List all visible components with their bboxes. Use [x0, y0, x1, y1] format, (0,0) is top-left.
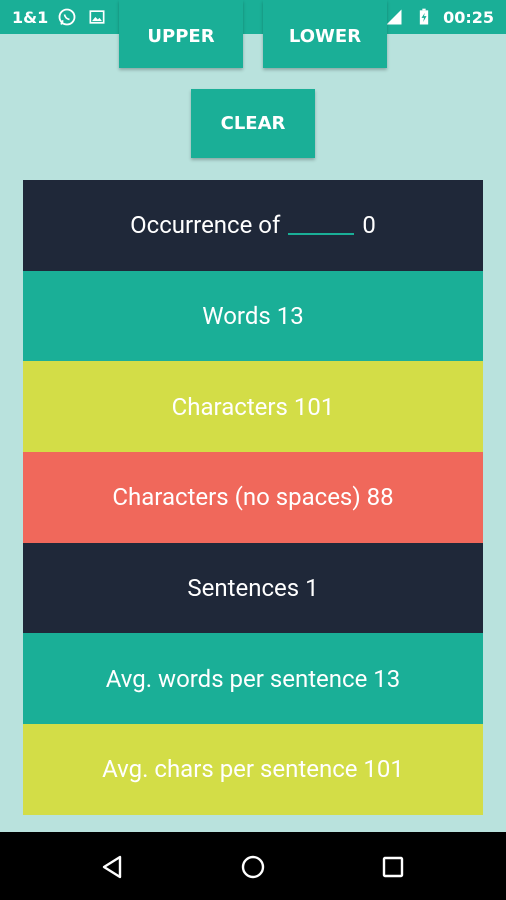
- words-stat: Words 13: [202, 302, 304, 331]
- gallery-icon: [86, 7, 108, 27]
- occurrence-input[interactable]: [288, 207, 355, 236]
- whatsapp-icon: [56, 7, 78, 27]
- clear-button[interactable]: CLEAR: [191, 89, 315, 158]
- navigation-bar: [0, 832, 506, 900]
- characters-no-spaces-stat: Characters (no spaces) 88: [112, 483, 394, 512]
- status-bar: 1&1 H+ 00:25: [0, 0, 506, 34]
- occurrence-label: Occurrence of: [130, 211, 281, 240]
- home-icon[interactable]: [238, 852, 268, 882]
- avg-chars-stat: Avg. chars per sentence 101: [102, 755, 404, 784]
- sentences-row: Sentences 1: [23, 542, 483, 634]
- stats-list: Occurrence of 0 Words 13 Characters 101 …: [23, 180, 483, 815]
- battery-charging-icon: [413, 7, 435, 27]
- characters-row: Characters 101: [23, 361, 483, 453]
- words-row: Words 13: [23, 270, 483, 362]
- avg-words-row: Avg. words per sentence 13: [23, 633, 483, 725]
- lower-button[interactable]: LOWER: [263, 0, 387, 68]
- occurrence-row: Occurrence of 0: [23, 180, 483, 271]
- carrier-label: 1&1: [12, 7, 49, 27]
- clock: 00:25: [443, 7, 494, 27]
- characters-no-spaces-row: Characters (no spaces) 88: [23, 452, 483, 543]
- characters-stat: Characters 101: [171, 392, 335, 421]
- upper-button[interactable]: UPPER: [119, 0, 243, 68]
- sentences-stat: Sentences 1: [187, 574, 319, 603]
- recents-icon[interactable]: [378, 852, 408, 882]
- back-icon[interactable]: [98, 852, 128, 882]
- avg-chars-row: Avg. chars per sentence 101: [23, 724, 483, 815]
- occurrence-count: 0: [362, 211, 376, 240]
- avg-words-stat: Avg. words per sentence 13: [105, 664, 401, 693]
